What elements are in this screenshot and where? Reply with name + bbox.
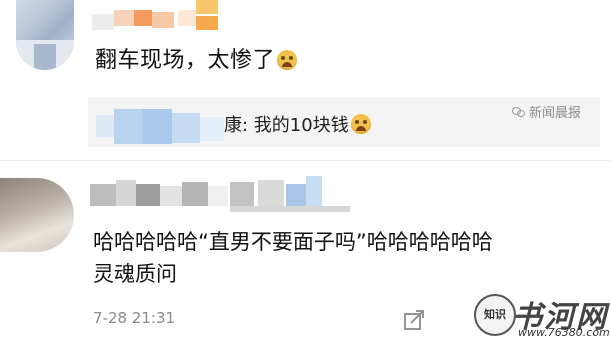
seal-icon: 知识 <box>474 294 516 336</box>
username-pixelated[interactable] <box>90 176 360 216</box>
username-pixelated[interactable] <box>92 0 242 34</box>
wechat-icon <box>512 106 526 118</box>
user-avatar[interactable] <box>16 0 74 70</box>
comment-body: 翻车现场，太惨了 <box>95 48 276 73</box>
comment-line: 灵魂质问 <box>93 262 177 286</box>
divider <box>0 160 611 161</box>
user-avatar[interactable] <box>0 178 74 252</box>
source-label: 新闻晨报 <box>529 106 582 121</box>
crying-face-icon <box>277 50 298 70</box>
comment-line: 哈哈哈哈哈“直男不要面子吗”哈哈哈哈哈哈 <box>93 230 493 254</box>
crying-face-icon <box>350 114 371 134</box>
quote-body: 康: 我的10块钱 <box>224 115 349 136</box>
share-icon[interactable] <box>403 309 425 331</box>
comment-text: 哈哈哈哈哈“直男不要面子吗”哈哈哈哈哈哈 灵魂质问 <box>93 226 603 290</box>
comment-text: 翻车现场，太惨了 <box>95 46 298 76</box>
site-logo-watermark: 知识 书河网 www.76380.com <box>468 292 610 344</box>
site-url: www.76380.com <box>518 326 610 339</box>
quote-text: 康: 我的10块钱 <box>224 114 371 138</box>
comment-timestamp: 7-28 21:31 <box>93 309 176 327</box>
quote-username-pixelated <box>96 109 226 144</box>
source-watermark: 新闻晨报 <box>512 105 581 123</box>
